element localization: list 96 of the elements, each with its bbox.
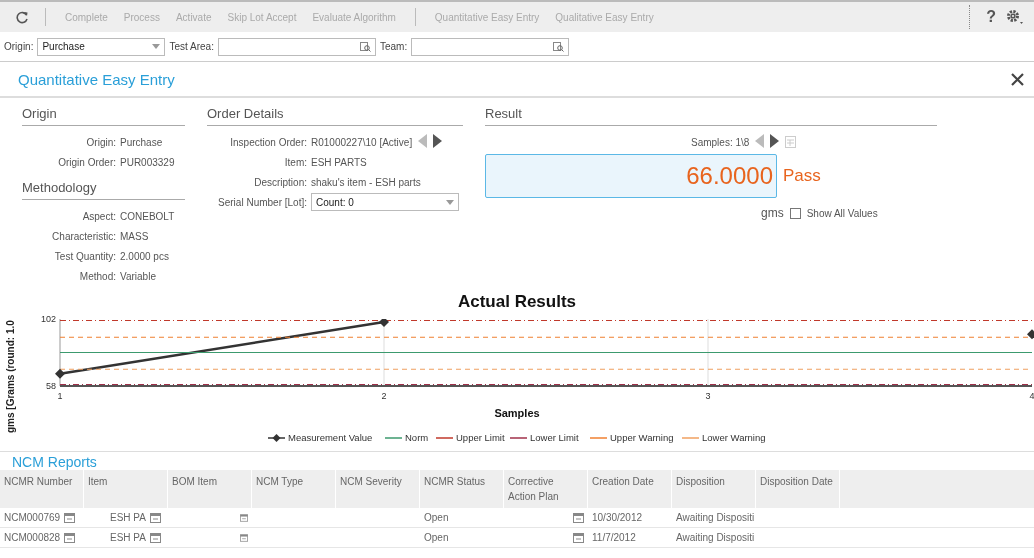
field-value: shaku's item - ESH parts (311, 176, 421, 188)
origin-select[interactable]: Purchase (37, 37, 166, 56)
calendar-icon[interactable] (240, 532, 248, 543)
table-cell: 10/30/2012 (592, 512, 643, 523)
previous-arrow-icon[interactable] (755, 134, 765, 148)
table-cell: Open (424, 532, 449, 543)
column-header[interactable]: NCM Severity (336, 470, 420, 508)
field-label: Origin Order: (57, 156, 116, 168)
x-tick-label: 2 (381, 391, 387, 401)
checkbox-label: Show All Values (806, 207, 878, 219)
column-header[interactable]: NCMR Number (0, 470, 84, 508)
close-icon[interactable] (1009, 70, 1026, 88)
field-value: MASS (120, 230, 149, 242)
field-label: Origin: (85, 136, 116, 148)
field-label: Test Quantity: (53, 250, 116, 262)
field-label: Serial Number [Lot]: (217, 196, 307, 208)
lookup-field[interactable] (411, 37, 570, 56)
legend-label: Upper Warning (610, 432, 674, 443)
table-cell: Awaiting Dispositi (676, 512, 755, 523)
field-value: CONEBOLT (120, 210, 175, 222)
field-value: ESH PARTS (311, 156, 367, 168)
chart-title: Actual Results (457, 292, 577, 311)
lookup-field[interactable] (217, 37, 376, 56)
table-cell: NCM000769 (4, 512, 61, 523)
result-value-field[interactable]: 66.0000 (485, 154, 777, 198)
filter-label: Origin: (4, 41, 34, 52)
legend-label: Lower Limit (530, 432, 579, 443)
y-axis-label: gms [Grams (round: 1.0 (5, 320, 16, 433)
column-header[interactable]: NCM Type (252, 470, 336, 508)
x-tick-label: 3 (705, 391, 711, 401)
next-arrow-icon[interactable] (770, 134, 780, 148)
field-label: Item: (283, 156, 307, 168)
field-value: R01000227\10 [Active] (311, 136, 413, 148)
next-arrow-icon[interactable] (433, 134, 443, 148)
table-cell: ESH PA (110, 532, 146, 543)
legend-label: Norm (405, 432, 429, 443)
calendar-icon[interactable] (64, 512, 76, 523)
caret-icon (446, 199, 454, 205)
samples-counter: Samples: 1\8 (691, 136, 750, 148)
caret-icon (152, 44, 161, 49)
legend-label: Upper Limit (456, 432, 505, 443)
data-point (55, 368, 65, 379)
field-label: Description: (253, 176, 307, 188)
column-header[interactable]: Item (84, 470, 168, 508)
column-header[interactable]: BOM Item (168, 470, 252, 508)
calendar-icon[interactable] (149, 532, 161, 543)
filter-label: Test Area: (169, 41, 214, 52)
field-value: PUR003329 (120, 156, 175, 168)
column-header[interactable]: NCMR Status (420, 470, 504, 508)
panel-title: Quantitative Easy Entry (18, 70, 175, 88)
section-heading: Result (485, 104, 937, 126)
x-axis-label: Samples (494, 407, 540, 419)
x-tick-label: 4 (1029, 391, 1034, 401)
table-cell: Open (424, 512, 449, 523)
y-axis (59, 318, 61, 387)
field-value: 2.0000 pcs (120, 250, 169, 262)
filter-label: Team: (379, 41, 408, 52)
legend-label: Lower Warning (702, 432, 766, 443)
serial-select[interactable]: Count: 0 (311, 193, 459, 211)
unit-label: gms (761, 206, 784, 220)
column-header[interactable]: Corrective Action Plan (504, 470, 588, 508)
field-label: Characteristic: (51, 230, 116, 242)
lookup-icon[interactable] (359, 41, 371, 52)
y-tick-label: 102 (40, 314, 56, 324)
data-point (1027, 329, 1034, 340)
column-header[interactable]: Creation Date (588, 470, 672, 508)
lookup-icon[interactable] (553, 41, 565, 52)
field-label: Aspect: (81, 210, 116, 222)
previous-arrow-icon[interactable] (418, 134, 428, 148)
data-point (379, 319, 389, 328)
calendar-icon[interactable] (573, 532, 584, 543)
field-label: Inspection Order: (229, 136, 307, 148)
calendar-icon[interactable] (149, 512, 161, 523)
y-tick-label: 58 (46, 381, 56, 391)
legend-label: Measurement Value (288, 432, 373, 443)
table-cell: NCM000828 (4, 532, 61, 543)
calendar-icon[interactable] (64, 532, 76, 543)
field-value: Variable (120, 270, 156, 282)
column-header[interactable]: Disposition Date (756, 470, 840, 508)
column-header[interactable]: Disposition (672, 470, 756, 508)
table-cell: Awaiting Dispositi (676, 532, 755, 543)
result-verdict: Pass (783, 166, 821, 186)
help-button[interactable]: ? (984, 6, 998, 28)
section-heading: Methodology (22, 178, 185, 200)
settings-icon[interactable] (1004, 7, 1026, 27)
x-tick-label: 1 (57, 391, 63, 401)
section-heading: Order Details (207, 104, 463, 126)
legend-swatch (267, 434, 286, 442)
calendar-icon[interactable] (573, 512, 584, 523)
table-cell: ESH PA (110, 512, 146, 523)
section-heading: Origin (22, 104, 185, 126)
table-cell: 11/7/2012 (592, 532, 636, 543)
checkbox[interactable] (789, 207, 801, 219)
field-value: Purchase (120, 136, 163, 148)
calendar-icon[interactable] (240, 512, 248, 523)
field-label: Method: (78, 270, 116, 282)
